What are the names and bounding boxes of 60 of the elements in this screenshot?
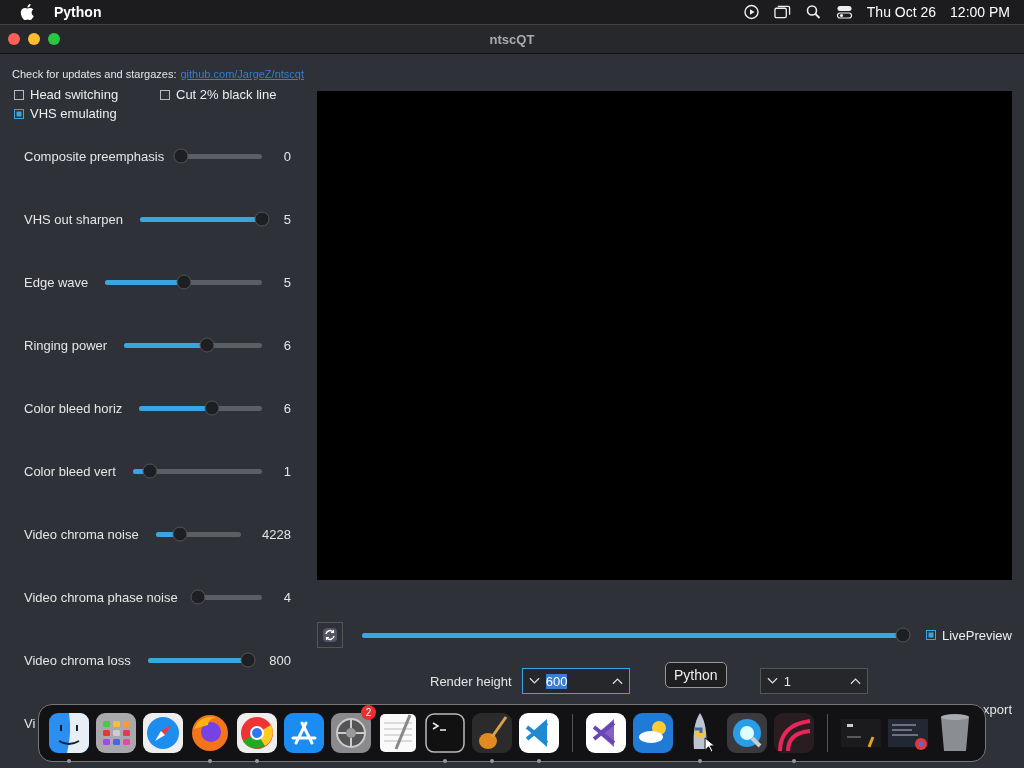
face-icon[interactable] — [47, 711, 91, 755]
chevron-up-icon[interactable] — [849, 677, 861, 685]
checkbox[interactable]: Head switching — [14, 87, 160, 102]
slider-label: Video chroma noise — [24, 526, 139, 542]
slider-value: 800 — [269, 652, 291, 668]
cloud-sun-icon[interactable] — [631, 711, 675, 755]
slider-label: Ringing power — [24, 337, 108, 353]
play-circle-icon[interactable] — [742, 4, 760, 20]
menu-app-name[interactable]: Python — [54, 4, 102, 20]
windows-icon[interactable] — [773, 4, 791, 20]
menu-date[interactable]: Thu Oct 26 — [866, 4, 937, 20]
zoom-button[interactable] — [48, 33, 60, 45]
chevron-down-icon[interactable] — [766, 677, 778, 685]
updates-text: Check for updates and stargazes: — [12, 68, 177, 80]
slider-label: Color bleed vert — [24, 463, 116, 479]
spinbox[interactable]: 1 — [759, 668, 868, 694]
refresh-icon — [322, 627, 338, 643]
slider-label: Color bleed horiz — [24, 400, 123, 416]
letter-a-tool-icon[interactable] — [282, 711, 326, 755]
notification-badge: 2 — [361, 705, 376, 720]
q-lens-icon[interactable] — [725, 711, 769, 755]
live-preview-checkbox[interactable]: LivePreview — [925, 627, 1012, 643]
export-button-fragment[interactable]: xport — [983, 702, 1012, 717]
terminal-icon[interactable] — [423, 711, 467, 755]
slider-label: Edge wave — [24, 274, 89, 290]
render-height-label: Render height — [430, 673, 512, 689]
slider-value: 0 — [283, 148, 291, 164]
close-button[interactable] — [8, 33, 20, 45]
arcs-icon[interactable] — [772, 711, 816, 755]
render-height-spinbox[interactable]: 600 — [521, 668, 630, 694]
compass-icon[interactable] — [141, 711, 185, 755]
minimize-button[interactable] — [28, 33, 40, 45]
slider-value: 5 — [283, 274, 291, 290]
app-grid-icon[interactable] — [94, 711, 138, 755]
refresh-button[interactable] — [317, 622, 343, 648]
guitar-icon[interactable] — [470, 711, 514, 755]
slider-label: Video chroma loss — [24, 652, 131, 668]
search-icon[interactable] — [804, 4, 822, 20]
apple-icon[interactable] — [20, 4, 34, 20]
checkbox[interactable]: VHS emulating — [14, 106, 160, 121]
checkbox[interactable]: Cut 2% black line — [160, 87, 305, 102]
slider-label: VHS out sharpen — [24, 211, 123, 227]
slider-label: Video chroma phase noise — [24, 589, 178, 605]
code-ribbon-icon[interactable] — [517, 711, 561, 755]
chevron-down-icon[interactable] — [528, 677, 540, 685]
slider-value: 6 — [283, 400, 291, 416]
toggles-icon[interactable] — [835, 4, 853, 20]
window-title: ntscQT — [488, 31, 536, 47]
slider-label: Composite preemphasis — [24, 148, 165, 164]
ribbon-icon[interactable] — [584, 711, 628, 755]
slider-value: 4228 — [262, 526, 291, 542]
slider-value: 6 — [283, 337, 291, 353]
tooltip: Python — [665, 662, 727, 688]
menu-time[interactable]: 12:00 PM — [950, 4, 1010, 20]
slider-value: 5 — [283, 211, 291, 227]
circle-rings-icon[interactable] — [235, 711, 279, 755]
chevron-up-icon[interactable] — [611, 677, 623, 685]
slider-label: Vi — [24, 715, 36, 731]
slider-value: 4 — [283, 589, 291, 605]
slider-value: 1 — [283, 463, 291, 479]
